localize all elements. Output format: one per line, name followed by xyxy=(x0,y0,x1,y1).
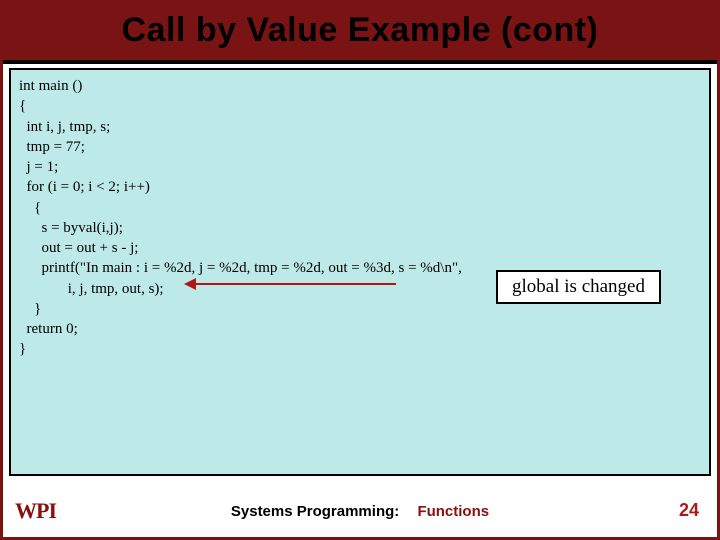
code-box: int main () { int i, j, tmp, s; tmp = 77… xyxy=(9,68,711,476)
footer-label-left: Systems Programming: xyxy=(231,503,399,520)
slide: Call by Value Example (cont) int main ()… xyxy=(0,0,720,540)
code-line: return 0; xyxy=(19,319,701,339)
title-bar: Call by Value Example (cont) xyxy=(3,3,717,64)
page-number: 24 xyxy=(679,500,699,521)
slide-title: Call by Value Example (cont) xyxy=(3,11,717,50)
code-line: s = byval(i,j); xyxy=(19,218,701,238)
footer: WPI Systems Programming: Functions 24 xyxy=(3,491,717,531)
code-line: tmp = 77; xyxy=(19,137,701,157)
footer-label-right: Functions xyxy=(417,503,489,520)
code-line: int i, j, tmp, s; xyxy=(19,117,701,137)
code-line: j = 1; xyxy=(19,157,701,177)
footer-text: Systems Programming: Functions xyxy=(3,503,717,520)
code-line: out = out + s - j; xyxy=(19,238,701,258)
code-line: { xyxy=(19,96,701,116)
code-line: { xyxy=(19,198,701,218)
code-line: int main () xyxy=(19,76,701,96)
annotation-callout: global is changed xyxy=(496,270,661,304)
code-line: } xyxy=(19,339,701,359)
arrow-icon xyxy=(186,283,396,285)
code-line: for (i = 0; i < 2; i++) xyxy=(19,177,701,197)
